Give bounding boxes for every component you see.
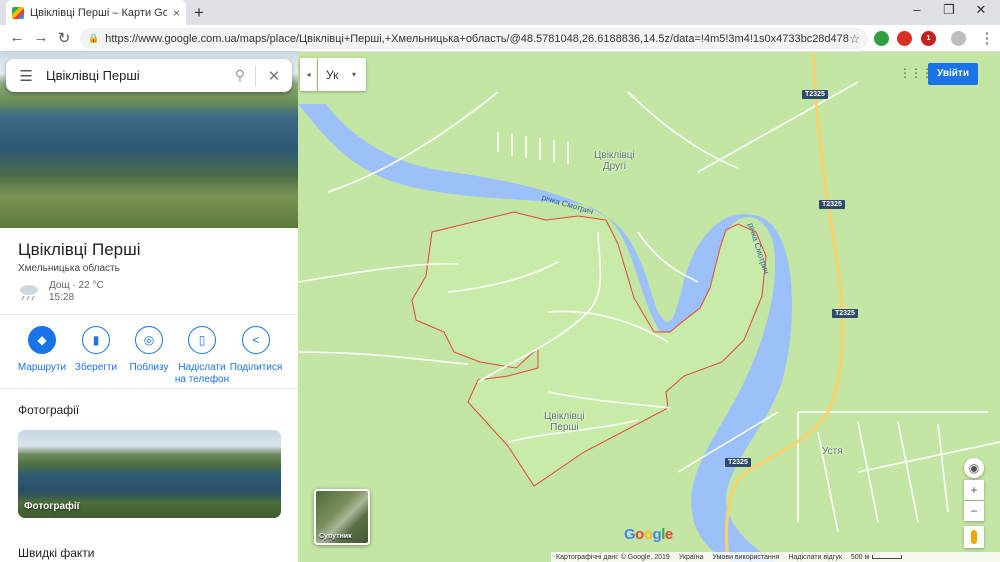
road-badge: T2325 (725, 458, 751, 467)
browser-tab[interactable]: Цвіклівці Перші – Карти Google × (6, 0, 186, 25)
window-close-button[interactable]: ✕ (972, 2, 990, 18)
url-text[interactable]: https://www.google.com.ua/maps/place/Цві… (105, 33, 849, 45)
new-tab-button[interactable]: + (190, 3, 208, 23)
map-footer: Картографічні дані: © Google, 2019 Украї… (551, 552, 1000, 562)
road-badge: T2325 (802, 90, 828, 99)
divider (0, 388, 298, 389)
browser-tab-strip: Цвіклівці Перші – Карти Google × + – ❐ ✕ (0, 0, 1000, 25)
zoom-out-button[interactable]: − (964, 501, 984, 521)
bookmark-icon: ▮ (82, 326, 110, 354)
zoom-in-button[interactable]: + (964, 480, 984, 500)
google-maps-favicon-icon (12, 6, 24, 19)
save-label: Зберегти (74, 362, 118, 373)
directions-icon: ◆ (28, 326, 56, 354)
extension-yandex-icon[interactable] (897, 31, 912, 46)
language-selector[interactable]: Ук ▾ (318, 58, 366, 91)
address-bar[interactable]: 🔒 https://www.google.com.ua/maps/place/Ц… (80, 28, 868, 49)
terms-link[interactable]: Умови використання (713, 554, 780, 561)
directions-label: Маршрути (17, 362, 67, 373)
scale-bar[interactable]: 500 м (850, 553, 903, 561)
quick-facts-heading: Швидкі факти (18, 546, 95, 560)
photos-thumbnail[interactable]: Фотографії (18, 430, 281, 518)
collapse-panel-button[interactable]: ◂ (300, 58, 317, 91)
pegman-street-view-icon[interactable] (964, 526, 984, 548)
pegman-figure (971, 530, 977, 544)
share-label: Поділитися (229, 362, 283, 373)
place-region: Хмельницька область (18, 263, 120, 274)
weather-condition: Дощ · 22 °C (49, 280, 104, 291)
place-title: Цвіклівці Перші (18, 240, 141, 259)
search-input[interactable]: Цвіклівці Перші (46, 68, 225, 83)
browser-toolbar: ← → ↻ 🔒 https://www.google.com.ua/maps/p… (0, 25, 1000, 52)
map-data-attribution: Картографічні дані: © Google, 2019 (556, 553, 670, 561)
weather-info: Дощ · 22 °C 15:28 (49, 280, 104, 304)
village-label-ustia[interactable]: Устя (822, 446, 843, 457)
sign-in-button[interactable]: Увійти (928, 63, 978, 85)
feedback-link[interactable]: Надіслати відгук (788, 554, 841, 561)
map-canvas[interactable]: ◂ Ук ▾ ⋮⋮⋮ Увійти T2325 T2325 T2325 T232… (298, 52, 1000, 562)
reload-button[interactable]: ↻ (55, 29, 73, 47)
search-box[interactable]: ☰ Цвіклівці Перші ⚲ ✕ (6, 59, 292, 92)
maximize-button[interactable]: ❐ (940, 2, 958, 18)
back-button[interactable]: ← (8, 29, 26, 46)
browser-menu-icon[interactable]: ⋮ (978, 29, 996, 47)
nearby-button[interactable]: ◎ Поблизу (119, 326, 179, 374)
satellite-label: Супутник (319, 533, 352, 540)
rain-cloud-icon (20, 285, 38, 301)
google-logo: Google (624, 526, 673, 543)
photos-heading: Фотографії (18, 403, 80, 417)
forward-button[interactable]: → (32, 29, 50, 46)
road-badge: T2325 (832, 309, 858, 318)
tab-close-icon[interactable]: × (173, 6, 180, 20)
chevron-down-icon: ▾ (352, 70, 357, 79)
hamburger-menu-icon[interactable]: ☰ (6, 67, 46, 85)
divider (0, 314, 298, 315)
clear-search-icon[interactable]: ✕ (256, 67, 292, 85)
share-icon: < (242, 326, 270, 354)
map-graphics (298, 52, 1000, 562)
directions-button[interactable]: ◆ Маршрути (12, 326, 72, 374)
scale-label: 500 м (850, 553, 870, 561)
village-label-main[interactable]: Цвіклівці Перші (544, 411, 585, 433)
village-label-second[interactable]: Цвіклівці Другі (594, 150, 635, 172)
language-value: Ук (326, 67, 339, 82)
extension-download-icon[interactable] (874, 31, 889, 46)
profile-avatar-icon[interactable] (951, 31, 966, 46)
extension-badge-icon[interactable]: 1 (921, 31, 936, 46)
share-button[interactable]: < Поділитися (226, 326, 286, 374)
weather-time: 15:28 (49, 292, 75, 303)
bookmark-star-icon[interactable]: ☆ (849, 32, 860, 46)
nearby-icon: ◎ (135, 326, 163, 354)
satellite-layer-toggle[interactable]: Супутник (314, 489, 370, 545)
save-button[interactable]: ▮ Зберегти (66, 326, 126, 374)
search-icon[interactable]: ⚲ (225, 67, 255, 84)
country-link[interactable]: Україна (679, 554, 704, 561)
send-to-phone-button[interactable]: ▯ Надіслати на телефон (172, 326, 232, 386)
minimize-button[interactable]: – (908, 2, 926, 17)
tab-title: Цвіклівці Перші – Карти Google (30, 6, 167, 19)
scale-line (872, 555, 903, 559)
road-badge: T2325 (819, 200, 845, 209)
lock-icon[interactable]: 🔒 (88, 33, 99, 44)
place-panel: Цвіклівці Перші Хмельницька область Дощ … (0, 52, 298, 562)
my-location-button[interactable]: ◉ (964, 458, 984, 478)
photos-caption: Фотографії (24, 501, 80, 512)
send-to-phone-label: Надіслати на телефон (174, 362, 230, 385)
phone-icon: ▯ (188, 326, 216, 354)
nearby-label: Поблизу (129, 362, 169, 373)
